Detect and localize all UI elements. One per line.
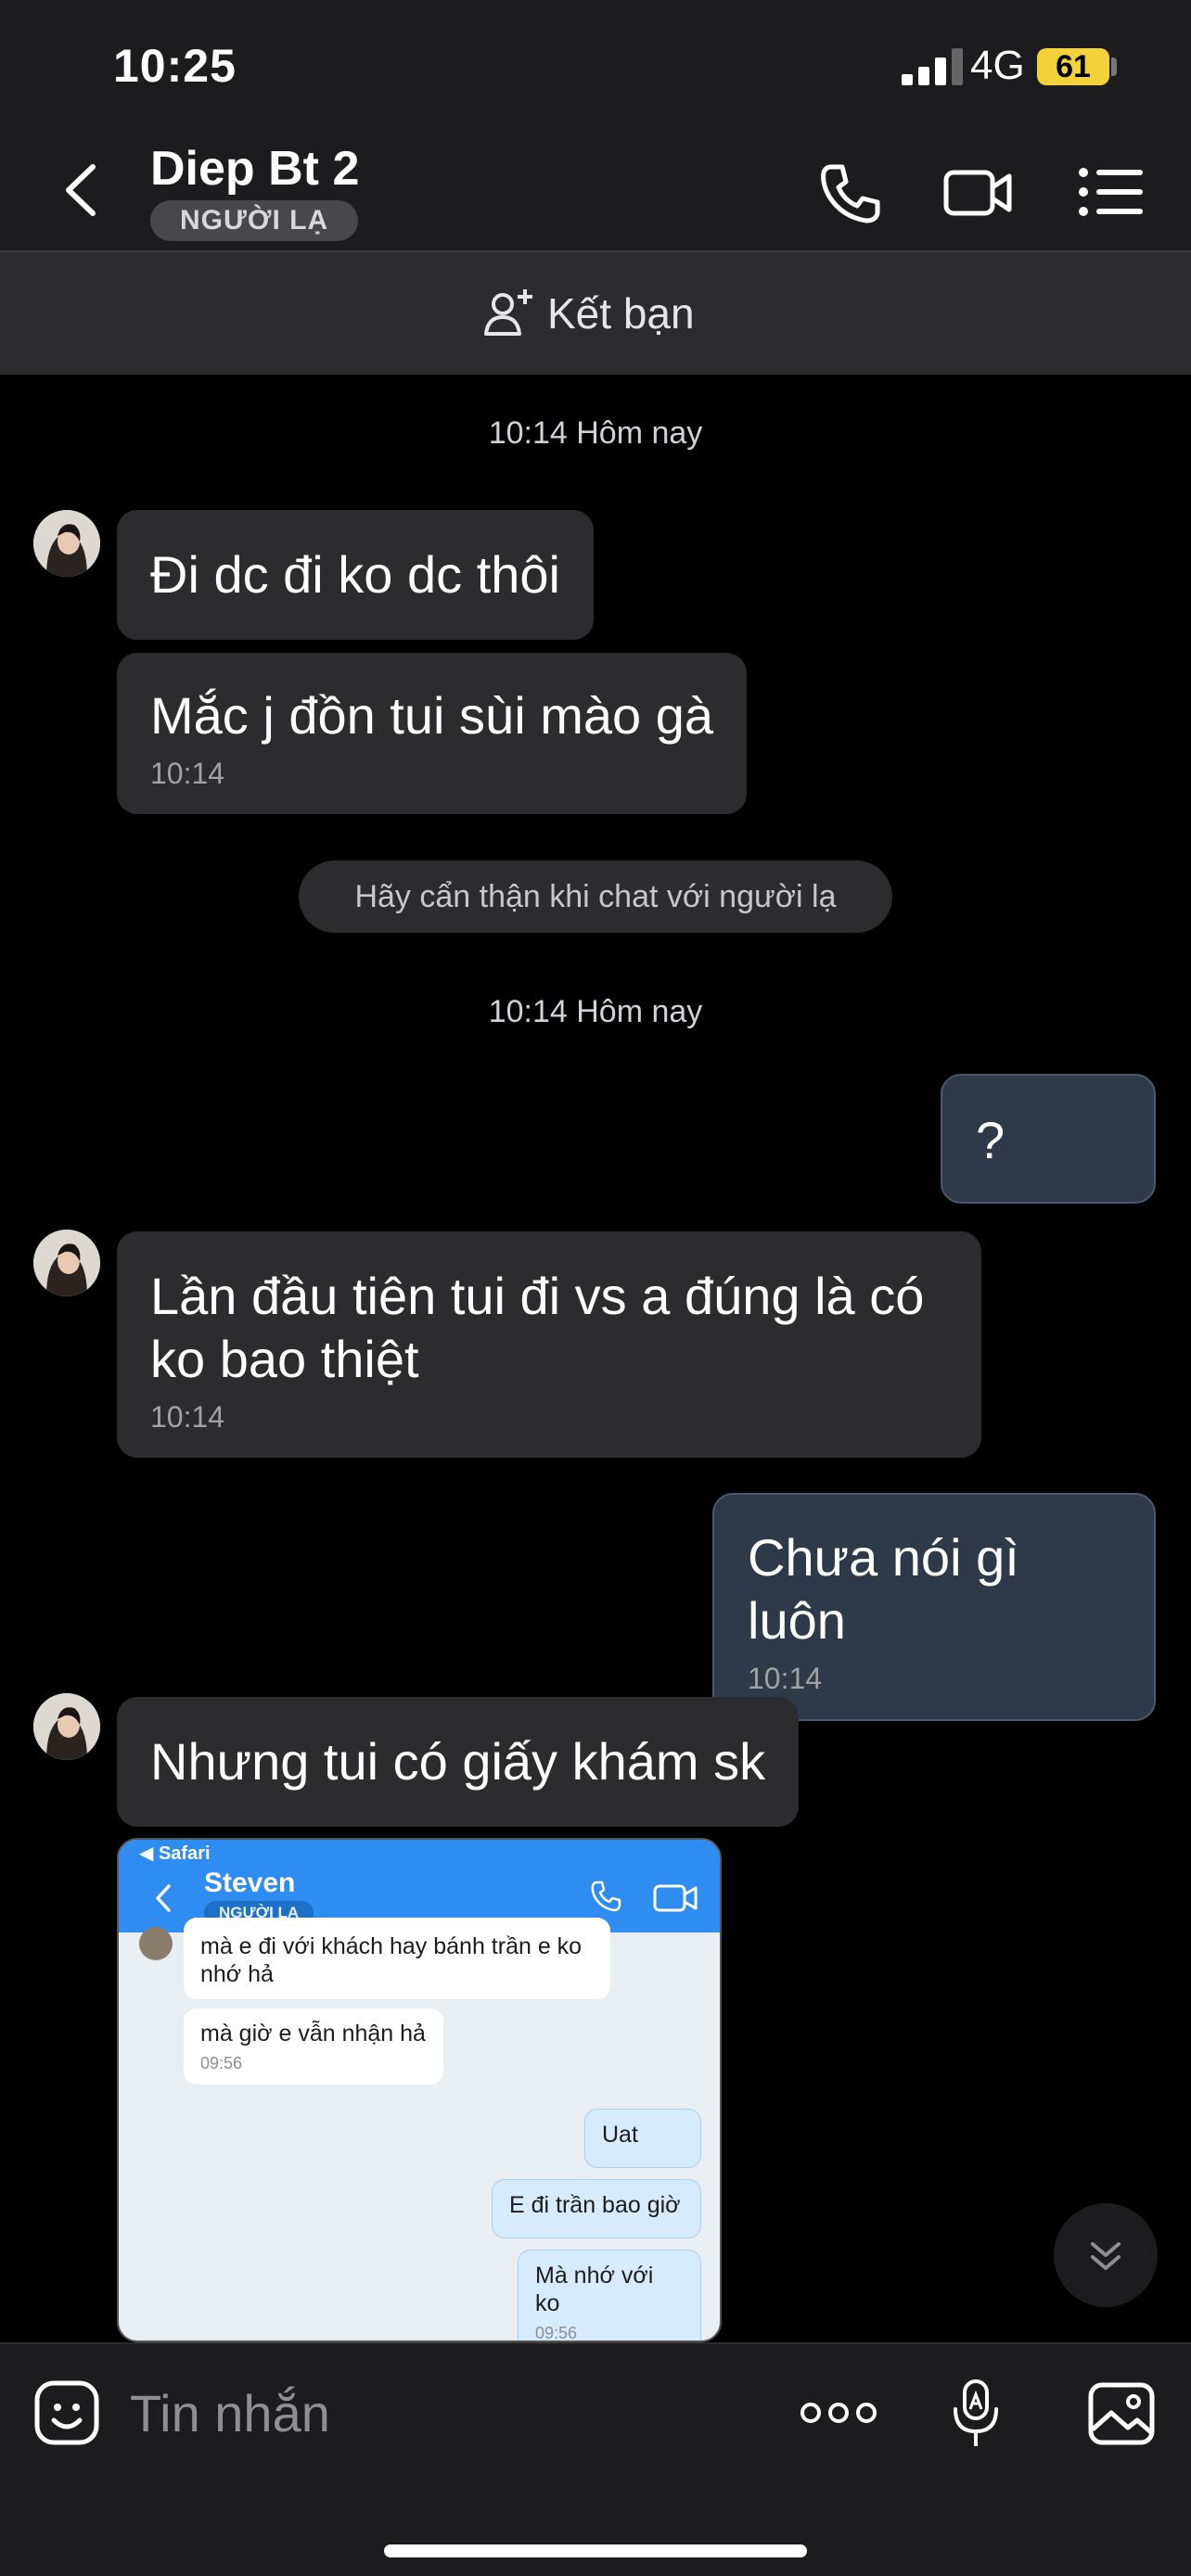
- shared-screenshot-image[interactable]: ◀ Safari Steven NGƯỜI LẠ mà e đi với khá…: [117, 1838, 722, 2342]
- add-friend-bar: Kết bạn: [0, 252, 1191, 375]
- message-text: Nhưng tui có giấy khám sk: [150, 1732, 766, 1791]
- time-separator: 10:14 Hôm nay: [488, 994, 703, 1029]
- stranger-badge: NGƯỜI LẠ: [150, 200, 359, 241]
- message-bubble[interactable]: Đi dc đi ko dc thôi: [117, 510, 594, 640]
- message-text: Mắc j đồn tui sùi mào gà: [150, 686, 713, 745]
- message-time: 10:14: [150, 1400, 225, 1434]
- add-user-icon: [484, 289, 532, 336]
- screenshot-video-icon: [653, 1884, 698, 1912]
- add-friend-button[interactable]: Kết bạn: [482, 280, 695, 347]
- screenshot-message-text: mà e đi với khách hay bánh trần e ko nhớ…: [200, 1933, 583, 1987]
- safari-back-link: ◀ Safari: [139, 1843, 211, 1864]
- battery-tip: [1111, 57, 1117, 76]
- avatar[interactable]: [33, 510, 100, 577]
- more-options-icon[interactable]: [800, 2385, 877, 2441]
- message-text: Lần đầu tiên tui đi vs a đúng là có ko b…: [150, 1267, 925, 1388]
- screenshot-message-time: 09:56: [200, 2054, 243, 2072]
- phone-icon[interactable]: [814, 159, 885, 224]
- chat-header: Diep Bt 2 NGƯỜI LẠ: [0, 130, 1191, 252]
- image-picker-icon[interactable]: [1087, 2381, 1156, 2446]
- message-bubble[interactable]: Chưa nói gì luôn 10:14: [712, 1493, 1156, 1721]
- avatar-image: [33, 1230, 100, 1296]
- avatar-image: [33, 1693, 100, 1760]
- screenshot-message-text: Uat: [602, 2122, 638, 2148]
- voice-to-text-mic-icon[interactable]: [948, 2378, 1004, 2452]
- menu-list-icon[interactable]: [1076, 159, 1146, 224]
- add-friend-label: Kết bạn: [547, 289, 695, 338]
- home-indicator: [384, 2544, 807, 2557]
- back-icon[interactable]: [52, 158, 108, 223]
- message-bubble[interactable]: Mắc j đồn tui sùi mào gà 10:14: [117, 653, 747, 814]
- screenshot-avatar: [139, 1927, 173, 1960]
- message-bubble[interactable]: Nhưng tui có giấy khám sk: [117, 1697, 800, 1827]
- screenshot-message-text: E đi trần bao giờ: [509, 2192, 681, 2218]
- message-bubble[interactable]: Lần đầu tiên tui đi vs a đúng là có ko b…: [117, 1231, 981, 1458]
- message-input-bar: [0, 2342, 1191, 2576]
- signal-icon: [902, 48, 963, 85]
- avatar-image: [33, 510, 100, 577]
- screenshot-message: mà e đi với khách hay bánh trần e ko nhớ…: [184, 1918, 610, 1999]
- message-input[interactable]: [130, 2378, 761, 2448]
- screenshot-message-time: 09:56: [535, 2324, 578, 2342]
- network-type: 4G: [970, 43, 1025, 88]
- screenshot-back-icon: [156, 1884, 171, 1912]
- screenshot-phone-icon: [591, 1881, 621, 1912]
- screenshot-contact-name: Steven: [204, 1868, 296, 1898]
- message-text: ?: [976, 1111, 1005, 1169]
- message-time: 10:14: [150, 757, 225, 790]
- emoji-icon[interactable]: [33, 2379, 100, 2446]
- message-text: Đi dc đi ko dc thôi: [150, 545, 560, 604]
- double-chevron-down-icon: [1091, 2242, 1121, 2270]
- message-text: Chưa nói gì luôn: [748, 1528, 1019, 1650]
- time-separator: 10:14 Hôm nay: [488, 415, 703, 451]
- message-time: 10:14: [748, 1662, 823, 1695]
- screenshot-message: Mà nhớ với ko 09:56: [518, 2250, 701, 2342]
- screenshot-message-text: Mà nhớ với ko: [535, 2263, 654, 2316]
- screenshot-message-text: mà giờ e vẫn nhận hả: [200, 2021, 426, 2047]
- status-bar: 10:25 4G 61: [0, 0, 1191, 130]
- status-time: 10:25: [113, 40, 237, 92]
- message-bubble[interactable]: ?: [941, 1074, 1156, 1204]
- screenshot-message: E đi trần bao giờ: [492, 2179, 701, 2238]
- screenshot-message: mà giờ e vẫn nhận hả 09:56: [184, 2009, 443, 2085]
- avatar[interactable]: [33, 1230, 100, 1296]
- video-call-icon[interactable]: [942, 159, 1013, 224]
- stranger-warning-notice: Hãy cẩn thận khi chat với người lạ: [299, 861, 892, 933]
- battery-level: 61: [1037, 48, 1109, 85]
- avatar[interactable]: [33, 1693, 100, 1760]
- scroll-to-bottom-button[interactable]: [1054, 2203, 1158, 2307]
- screenshot-message: Uat: [584, 2109, 701, 2168]
- contact-name[interactable]: Diep Bt 2: [150, 141, 359, 197]
